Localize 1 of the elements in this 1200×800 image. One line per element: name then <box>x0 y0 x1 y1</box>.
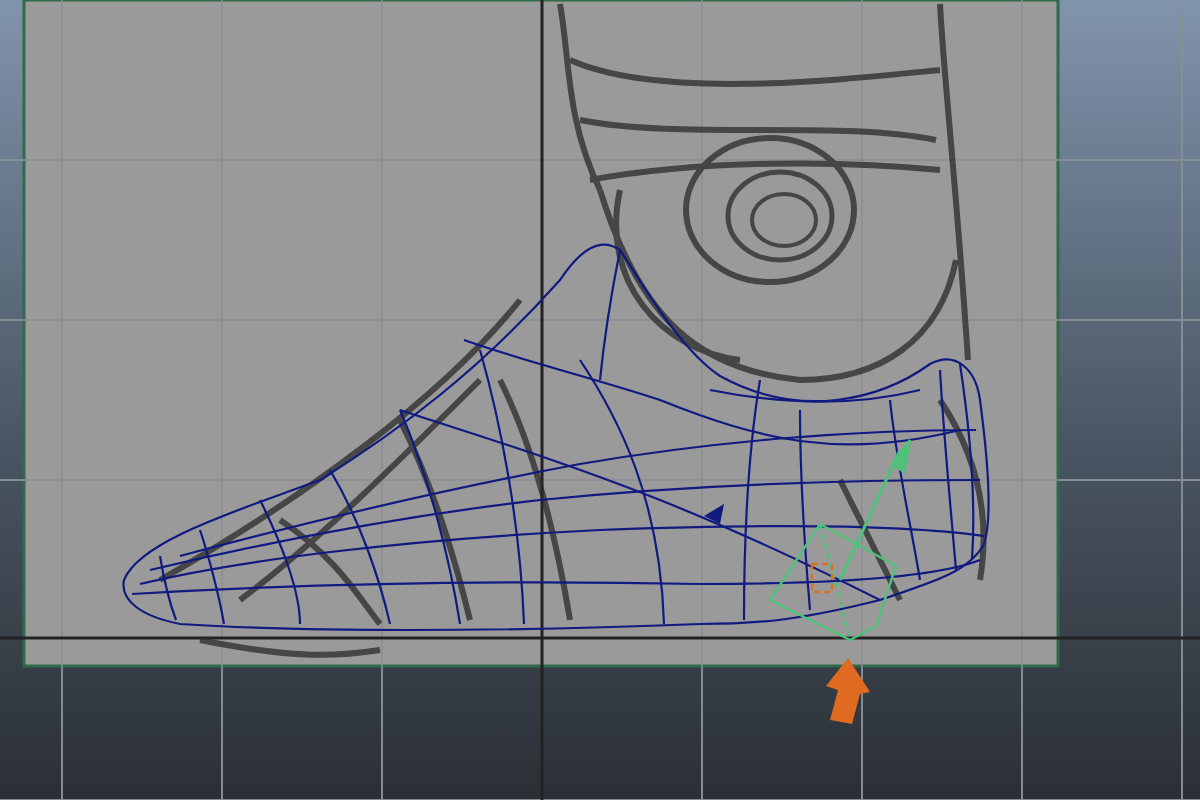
arrow-icon <box>826 658 870 724</box>
